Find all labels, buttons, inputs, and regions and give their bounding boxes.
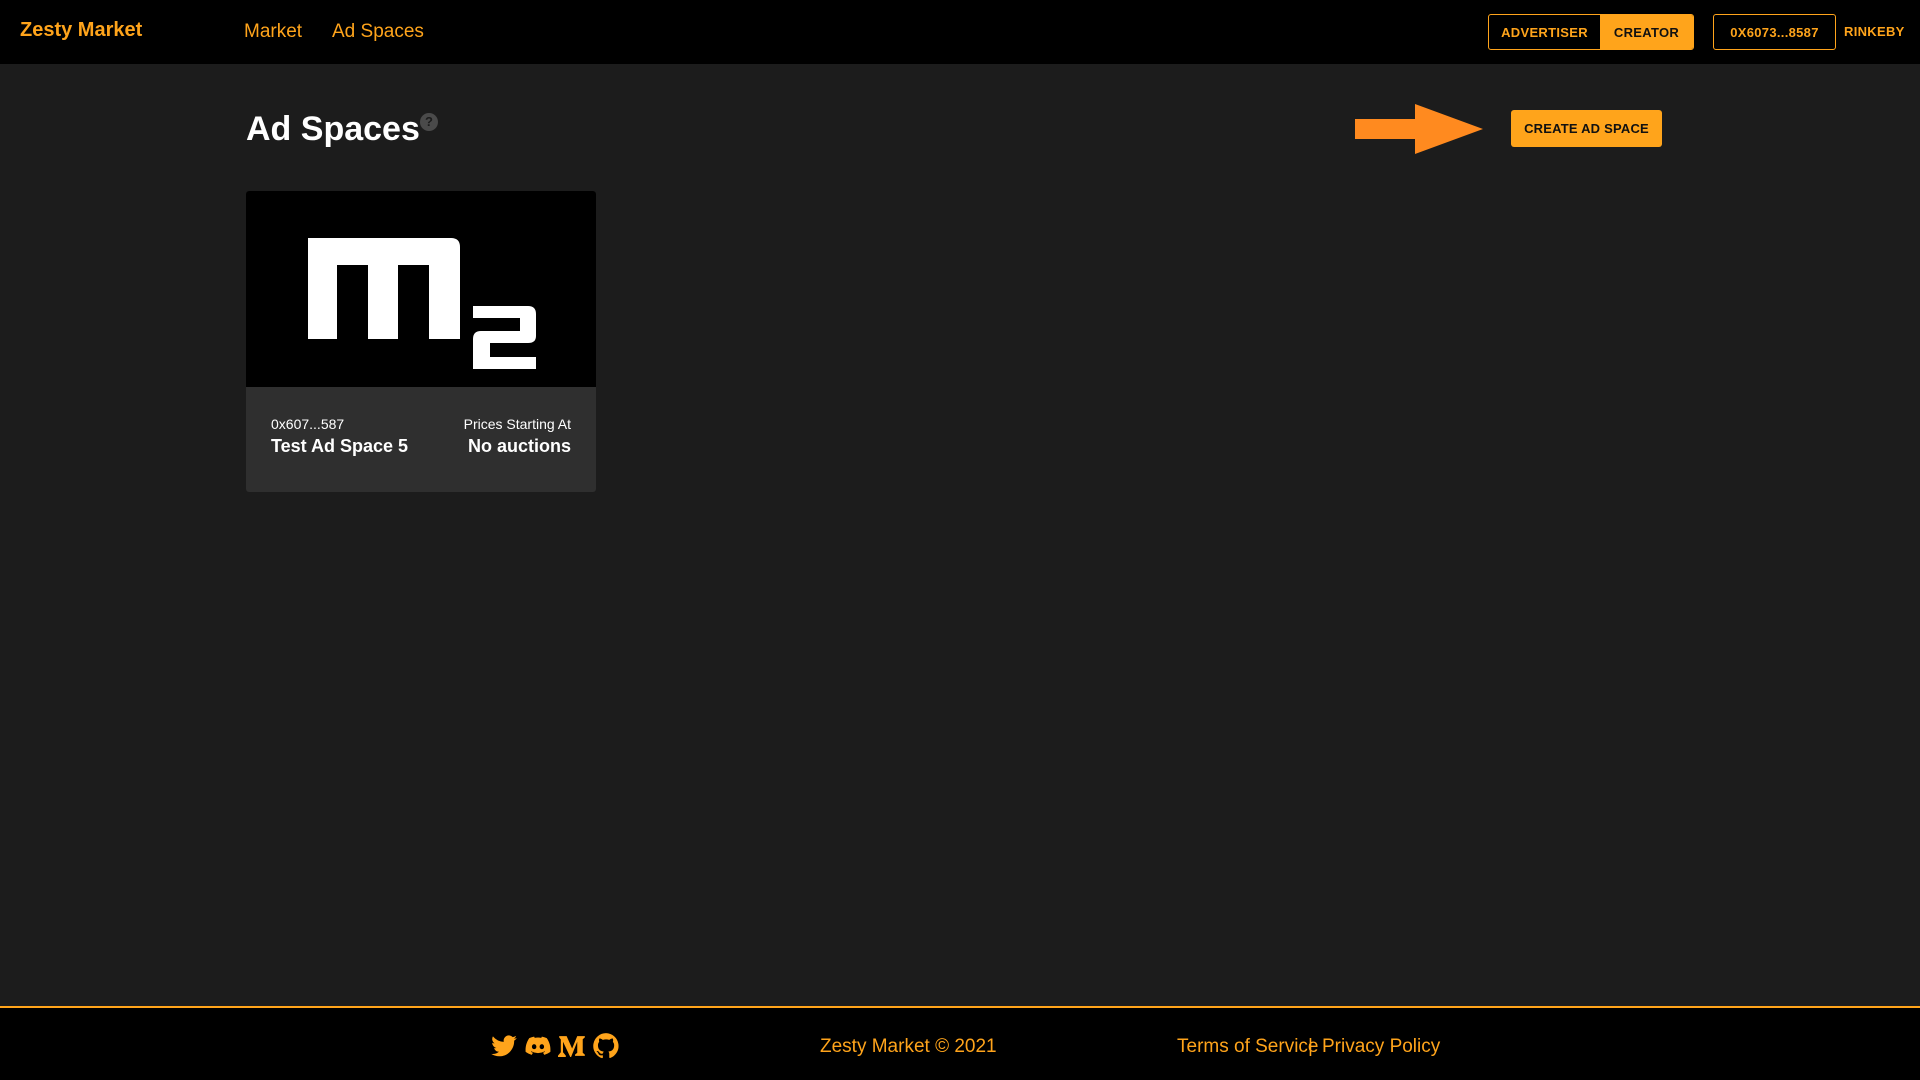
discord-icon[interactable]	[524, 1032, 552, 1060]
privacy-policy-link[interactable]: Privacy Policy	[1322, 1036, 1440, 1058]
github-icon[interactable]	[592, 1032, 620, 1060]
copyright-text: Zesty Market © 2021	[820, 1036, 997, 1057]
terms-of-service-link[interactable]: Terms of Service	[1177, 1036, 1318, 1058]
network-label: RINKEBY	[1844, 24, 1905, 39]
top-nav-bar: Zesty Market Market Ad Spaces ADVERTISER…	[0, 0, 1920, 64]
price-value: No auctions	[467, 436, 571, 456]
twitter-icon[interactable]	[490, 1032, 518, 1060]
price-label: Prices Starting At	[463, 416, 571, 432]
ad-space-card[interactable]: 0x607...587 Test Ad Space 5 Prices Start…	[246, 191, 596, 492]
arrow-right-icon	[1355, 104, 1483, 154]
wallet-address-button[interactable]: 0X6073...8587	[1713, 14, 1836, 50]
help-icon[interactable]: ?	[420, 113, 438, 131]
ad-space-owner: 0x607...587	[271, 416, 345, 432]
footer-separator: |	[1308, 1036, 1313, 1057]
advertiser-role-button[interactable]: ADVERTISER	[1489, 15, 1600, 49]
ad-space-name: Test Ad Space 5	[271, 436, 409, 456]
nav-link-market[interactable]: Market	[244, 21, 302, 43]
create-ad-space-button[interactable]: CREATE AD SPACE	[1511, 110, 1662, 147]
creator-role-button[interactable]: CREATOR	[1600, 15, 1693, 49]
nav-link-ad-spaces[interactable]: Ad Spaces	[332, 21, 424, 43]
footer: Zesty Market © 2021 Terms of Service | P…	[0, 1006, 1920, 1080]
page-title: Ad Spaces	[246, 110, 420, 148]
brand-logo-link[interactable]: Zesty Market	[20, 19, 142, 42]
role-toggle: ADVERTISER CREATOR	[1488, 14, 1694, 50]
medium-icon[interactable]	[558, 1032, 586, 1060]
m2-logo-icon	[308, 238, 536, 369]
ad-space-image	[246, 191, 596, 387]
